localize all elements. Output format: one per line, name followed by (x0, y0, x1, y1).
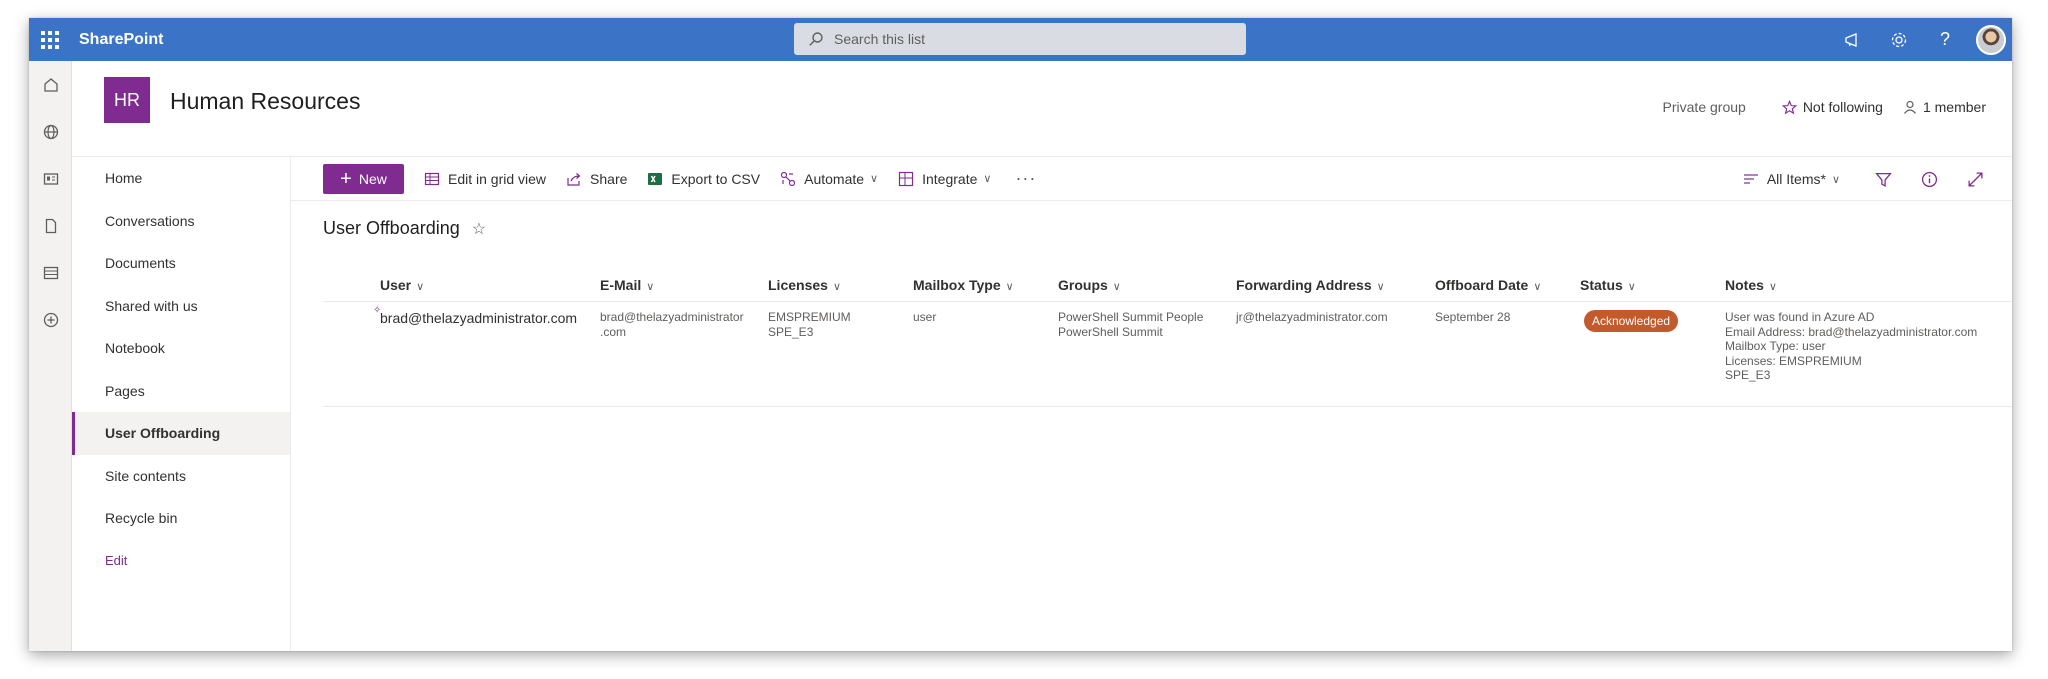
new-label: New (358, 170, 387, 187)
nav-item-recycle-bin[interactable]: Recycle bin (72, 497, 290, 540)
nav-item-pages[interactable]: Pages (72, 370, 290, 413)
share-label: Share (590, 170, 628, 187)
search-icon (809, 32, 823, 46)
nav-item-home[interactable]: Home (72, 157, 290, 200)
follow-button[interactable]: Not following (1781, 99, 1883, 115)
column-header-forwarding-address[interactable]: Forwarding Address ∨ (1236, 277, 1385, 293)
integrate-label: Integrate (922, 170, 978, 187)
column-header-email[interactable]: E-Mail ∨ (600, 277, 654, 293)
add-circle-icon[interactable] (29, 296, 72, 343)
export-csv-label: Export to CSV (671, 170, 761, 187)
column-header-status[interactable]: Status ∨ (1580, 277, 1636, 293)
cell-notes: User was found in Azure AD Email Address… (1725, 310, 1978, 382)
nav-item-documents[interactable]: Documents (72, 242, 290, 285)
suite-bar: SharePoint Search this list ? (29, 18, 2012, 61)
view-label: All Items* (1766, 171, 1826, 187)
column-header-notes[interactable]: Notes ∨ (1725, 277, 1777, 293)
column-header-user[interactable]: User ∨ (380, 277, 424, 293)
cell-user[interactable]: brad@thelazyadministrator.com (380, 311, 577, 326)
share-icon (567, 172, 581, 186)
members-label: 1 member (1922, 99, 1986, 115)
plus-icon: + (340, 167, 352, 190)
list-icon[interactable] (29, 249, 72, 296)
cell-licenses: EMSPREMIUM SPE_E3 (768, 310, 851, 339)
cell-forwarding-address: jr@thelazyadministrator.com (1236, 310, 1388, 324)
avatar[interactable] (1976, 24, 2006, 55)
more-icon[interactable]: ··· (1015, 168, 1036, 189)
column-header-row: User ∨ E-Mail ∨ Licenses ∨ Mailbox Type ∨ Gr… (323, 268, 2012, 302)
app-rail (29, 61, 72, 651)
table-row[interactable]: ✧ brad@thelazyadministrator.com brad@the… (323, 302, 2012, 407)
cell-groups: PowerShell Summit People PowerShell Summi… (1058, 310, 1204, 339)
grid-icon (424, 172, 440, 185)
globe-icon[interactable] (29, 108, 72, 155)
star-icon (1781, 99, 1797, 114)
privacy-label: Private group (1662, 99, 1746, 115)
export-csv-button[interactable]: Export to CSV (647, 171, 760, 187)
integrate-icon (899, 171, 914, 186)
app-launcher-icon[interactable] (29, 18, 71, 61)
list-title: User Offboarding ☆ (323, 218, 486, 239)
automate-button[interactable]: Automate ∨ (780, 171, 878, 187)
gear-icon[interactable] (1876, 18, 1922, 61)
excel-icon (648, 172, 663, 185)
column-header-offboard-date[interactable]: Offboard Date ∨ (1435, 277, 1541, 293)
chevron-down-icon: ∨ (1831, 173, 1840, 186)
chevron-down-icon: ∨ (983, 173, 992, 185)
share-button[interactable]: Share (566, 171, 627, 187)
nav-item-user-offboarding[interactable]: User Offboarding (72, 412, 290, 455)
status-badge: Acknowledged (1584, 310, 1679, 332)
nav-item-conversations[interactable]: Conversations (72, 200, 290, 243)
person-icon (1903, 100, 1916, 114)
command-bar: + New Edit in grid view Share Export to … (291, 157, 2012, 201)
sharepoint-window: SharePoint Search this list ? HR Human R… (29, 18, 2012, 651)
info-icon[interactable] (1906, 171, 1952, 188)
follow-label: Not following (1802, 99, 1883, 115)
column-header-licenses[interactable]: Licenses ∨ (768, 277, 841, 293)
cell-mailbox-type: user (913, 310, 937, 324)
home-icon[interactable] (29, 61, 72, 108)
view-selector[interactable]: All Items* ∨ (1743, 171, 1840, 187)
nav-item-shared-with-us[interactable]: Shared with us (72, 285, 290, 328)
site-header: HR Human Resources Private group Not fol… (72, 61, 2012, 157)
left-navigation: Home Conversations Documents Shared with… (72, 157, 291, 651)
view-lines-icon (1743, 174, 1758, 184)
filter-icon[interactable] (1860, 171, 1906, 188)
automate-icon (781, 171, 796, 186)
members-button[interactable]: 1 member (1903, 99, 1986, 115)
edit-grid-label: Edit in grid view (448, 170, 547, 187)
expand-icon[interactable] (1952, 171, 1998, 188)
column-header-groups[interactable]: Groups ∨ (1058, 277, 1121, 293)
column-header-mailbox-type[interactable]: Mailbox Type ∨ (913, 277, 1014, 293)
cell-offboard-date: September 28 (1435, 310, 1511, 324)
edit-grid-button[interactable]: Edit in grid view (424, 171, 546, 187)
nav-item-notebook[interactable]: Notebook (72, 327, 290, 370)
search-input[interactable]: Search this list (794, 23, 1246, 55)
automate-label: Automate (804, 170, 865, 187)
nav-item-site-contents[interactable]: Site contents (72, 455, 290, 498)
favorite-star-icon[interactable]: ☆ (472, 219, 486, 239)
integrate-button[interactable]: Integrate ∨ (898, 171, 991, 187)
document-icon[interactable] (29, 202, 72, 249)
cell-email: brad@thelazyadministrator .com (600, 310, 744, 339)
news-icon[interactable] (29, 155, 72, 202)
help-icon[interactable]: ? (1922, 18, 1968, 61)
site-logo[interactable]: HR (104, 77, 150, 123)
site-title[interactable]: Human Resources (170, 88, 360, 115)
search-placeholder: Search this list (834, 31, 926, 47)
brand-label[interactable]: SharePoint (79, 31, 163, 49)
list-title-text[interactable]: User Offboarding (323, 218, 460, 239)
nav-edit-link[interactable]: Edit (72, 540, 290, 583)
new-button[interactable]: + New (323, 163, 404, 194)
megaphone-icon[interactable] (1830, 18, 1876, 61)
chevron-down-icon: ∨ (870, 173, 879, 185)
